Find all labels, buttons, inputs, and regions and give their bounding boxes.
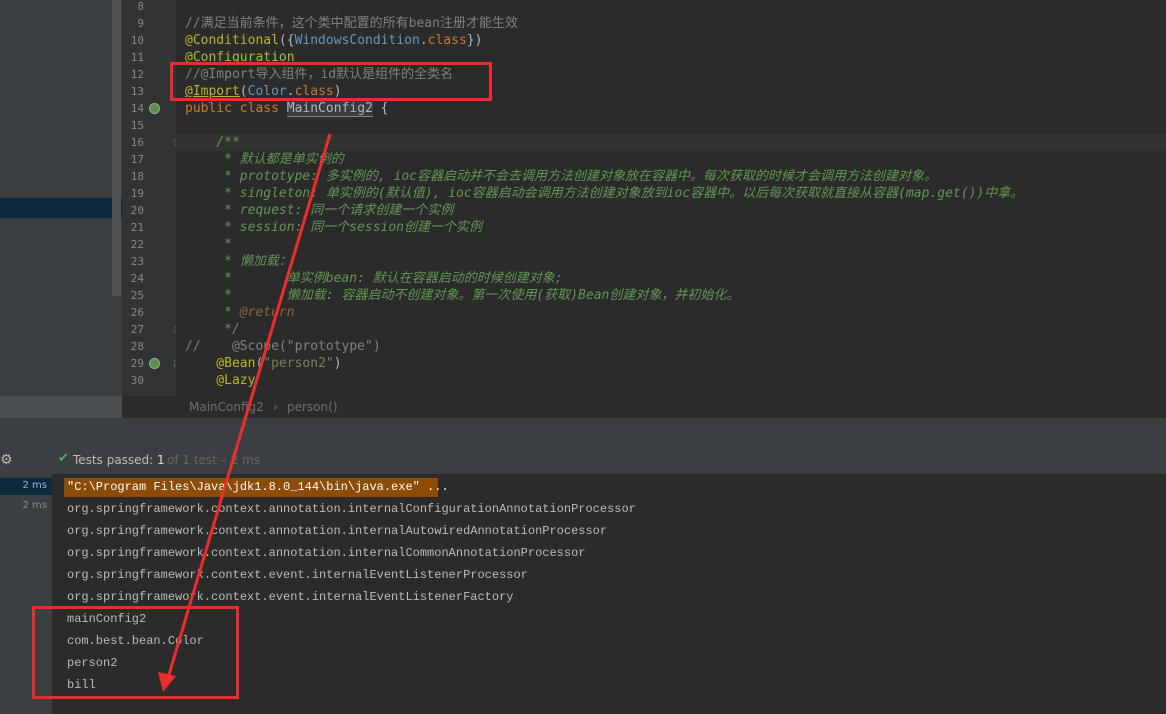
annotation-arrow — [158, 133, 332, 692]
